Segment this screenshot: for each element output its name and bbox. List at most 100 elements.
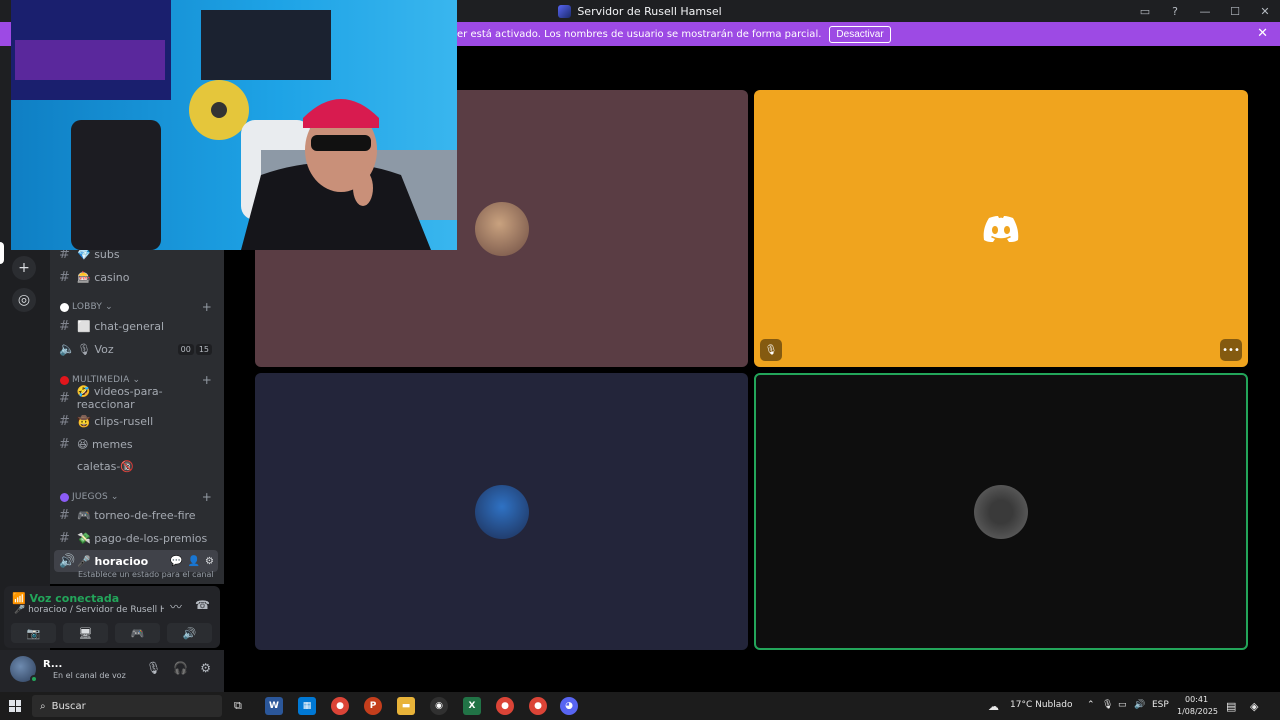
voice-status: 📶 Voz conectada <box>12 592 119 605</box>
search-label: Buscar <box>51 700 86 712</box>
chevron-up-icon[interactable]: ⌃ <box>1087 700 1095 710</box>
minimize-button[interactable]: — <box>1190 5 1220 18</box>
maximize-button[interactable]: ☐ <box>1220 5 1250 18</box>
channel-clips-rusell[interactable]: # 🤠 clips-rusell <box>54 410 218 432</box>
hash-icon: # <box>59 436 70 452</box>
obs-icon[interactable]: ◉ <box>430 697 448 715</box>
category-dot-icon <box>60 375 69 385</box>
voice-channel-voz[interactable]: 🔈 🎙 Voz 00 15 <box>54 338 218 360</box>
hash-icon: # <box>59 413 70 429</box>
copilot-icon[interactable]: ◈ <box>1250 700 1258 713</box>
microphone-tray-icon[interactable]: 🎙 <box>1102 700 1113 710</box>
discord-logo-icon <box>983 215 1019 242</box>
speaker-icon: 🔊 <box>59 553 76 569</box>
hash-icon: # <box>59 269 70 285</box>
user-status: En el canal de voz <box>53 671 126 680</box>
category-label: LOBBY <box>72 302 103 312</box>
channel-memes[interactable]: # 😆 memes <box>54 433 218 455</box>
channel-label: 😆 memes <box>77 437 133 451</box>
chevron-down-icon: ⌄ <box>105 302 113 312</box>
video-tile-2[interactable]: 🎙 ••• <box>754 90 1248 367</box>
channel-caletas[interactable]: caletas-🔞 <box>54 455 218 477</box>
explore-icon[interactable]: ◎ <box>12 288 36 312</box>
channel-label: 🎰 casino <box>77 270 130 284</box>
channel-label: caletas-🔞 <box>77 459 135 473</box>
notifications-icon[interactable]: ▤ <box>1226 700 1236 713</box>
excel-icon[interactable]: X <box>463 697 481 715</box>
close-icon[interactable]: ✕ <box>1257 26 1268 41</box>
category-juegos[interactable]: JUEGOS ⌄ + <box>60 489 212 505</box>
channel-label: 🎮 torneo-de-free-fire <box>77 508 196 522</box>
avatar <box>474 484 529 539</box>
clock-time[interactable]: 00:41 <box>1185 695 1208 704</box>
server-icon <box>558 4 572 18</box>
hash-icon: # <box>59 390 70 406</box>
window-title-text: Servidor de Rusell Hamsel <box>577 4 722 18</box>
store-icon[interactable]: ▦ <box>298 697 316 715</box>
video-tile-4[interactable] <box>754 373 1248 650</box>
webcam-image <box>11 0 457 250</box>
add-server-icon[interactable]: + <box>12 256 36 280</box>
user-controls: 🎙 🎧 ⚙ <box>146 661 211 675</box>
headphones-icon[interactable]: 🎧 <box>173 661 188 675</box>
add-channel-icon[interactable]: + <box>202 490 212 504</box>
camera-off-button[interactable]: 📷 <box>11 623 56 643</box>
more-options-icon[interactable]: ••• <box>1220 339 1242 361</box>
webcam-overlay <box>11 0 457 250</box>
windows-start-icon[interactable] <box>9 700 21 712</box>
discord-icon[interactable]: ◕ <box>560 697 578 715</box>
chevron-down-icon: ⌄ <box>110 492 119 502</box>
weather-text[interactable]: 17°C Nublado <box>1010 700 1072 710</box>
help-icon[interactable]: ? <box>1160 5 1190 18</box>
window-title: Servidor de Rusell Hamsel <box>558 4 722 18</box>
category-lobby[interactable]: LOBBY ⌄ + <box>60 299 212 315</box>
battery-icon[interactable]: ▭ <box>1118 700 1127 710</box>
channel-label: 🤠 clips-rusell <box>77 414 154 428</box>
microphone-icon[interactable]: 🎙 <box>146 661 161 675</box>
channel-label: 🎤 horacioo <box>77 554 149 568</box>
channel-label: 🎙 Voz <box>77 342 114 356</box>
inbox-icon[interactable]: ▭ <box>1130 5 1160 18</box>
category-dot-icon <box>60 492 69 502</box>
hash-icon: # <box>59 318 70 334</box>
window-controls: ▭ ? — ☐ ✕ <box>1130 0 1280 22</box>
voice-channel-horacioo[interactable]: 🔊 🎤 horacioo 💬 👤 ⚙ <box>54 550 218 572</box>
category-dot-icon <box>60 302 69 312</box>
volume-icon[interactable]: 🔊 <box>1134 700 1145 710</box>
search-icon: ⌕ <box>40 700 46 712</box>
channel-chat-general[interactable]: # ⬜ chat-general <box>54 315 218 337</box>
disconnect-icon[interactable]: ☎ <box>195 598 210 612</box>
chrome-profile-3-icon[interactable]: ● <box>529 697 547 715</box>
chrome-icon[interactable]: ● <box>331 697 349 715</box>
voice-channel-path[interactable]: 🎤 horacioo / Servidor de Rusell H... <box>14 605 164 615</box>
chrome-profile-2-icon[interactable]: ● <box>496 697 514 715</box>
chat-bubble-icon[interactable]: 💬 <box>170 556 182 567</box>
channel-status-hint[interactable]: Establece un estado para el canal <box>78 570 214 579</box>
channel-pago-de-los-premios[interactable]: # 💸 pago-de-los-premios <box>54 527 218 549</box>
channel-videos-para-reaccionar[interactable]: # 🤣 videos-para-reaccionar <box>54 385 218 411</box>
task-view-icon[interactable]: ⧉ <box>234 699 242 713</box>
soundboard-button[interactable]: 🔊 <box>167 623 212 643</box>
category-label: MULTIMEDIA <box>72 375 130 385</box>
channel-torneo-de-free-fire[interactable]: # 🎮 torneo-de-free-fire <box>54 504 218 526</box>
screen-share-button[interactable]: 🖥 <box>63 623 108 643</box>
clock-date[interactable]: 1/08/2025 <box>1177 707 1218 716</box>
invite-icon[interactable]: 👤 <box>188 556 200 567</box>
gear-icon[interactable]: ⚙ <box>200 661 211 675</box>
taskbar-search[interactable]: ⌕ Buscar <box>32 695 222 717</box>
word-icon[interactable]: W <box>265 697 283 715</box>
disable-streamer-button[interactable]: Desactivar <box>829 25 891 43</box>
file-explorer-icon[interactable]: ▬ <box>397 697 415 715</box>
video-tile-3[interactable] <box>255 373 748 650</box>
add-channel-icon[interactable]: + <box>202 300 212 314</box>
channel-casino[interactable]: # 🎰 casino <box>54 266 218 288</box>
voice-limit: 15 <box>195 343 212 355</box>
activities-button[interactable]: 🎮 <box>115 623 160 643</box>
weather-cloud-icon: ☁ <box>988 700 999 713</box>
gear-icon[interactable]: ⚙ <box>205 556 214 567</box>
language-indicator[interactable]: ESP <box>1152 700 1169 710</box>
selected-server-indicator <box>0 242 4 264</box>
close-window-button[interactable]: ✕ <box>1250 5 1280 18</box>
noise-suppression-icon[interactable]: 〰 <box>170 598 182 615</box>
powerpoint-icon[interactable]: P <box>364 697 382 715</box>
